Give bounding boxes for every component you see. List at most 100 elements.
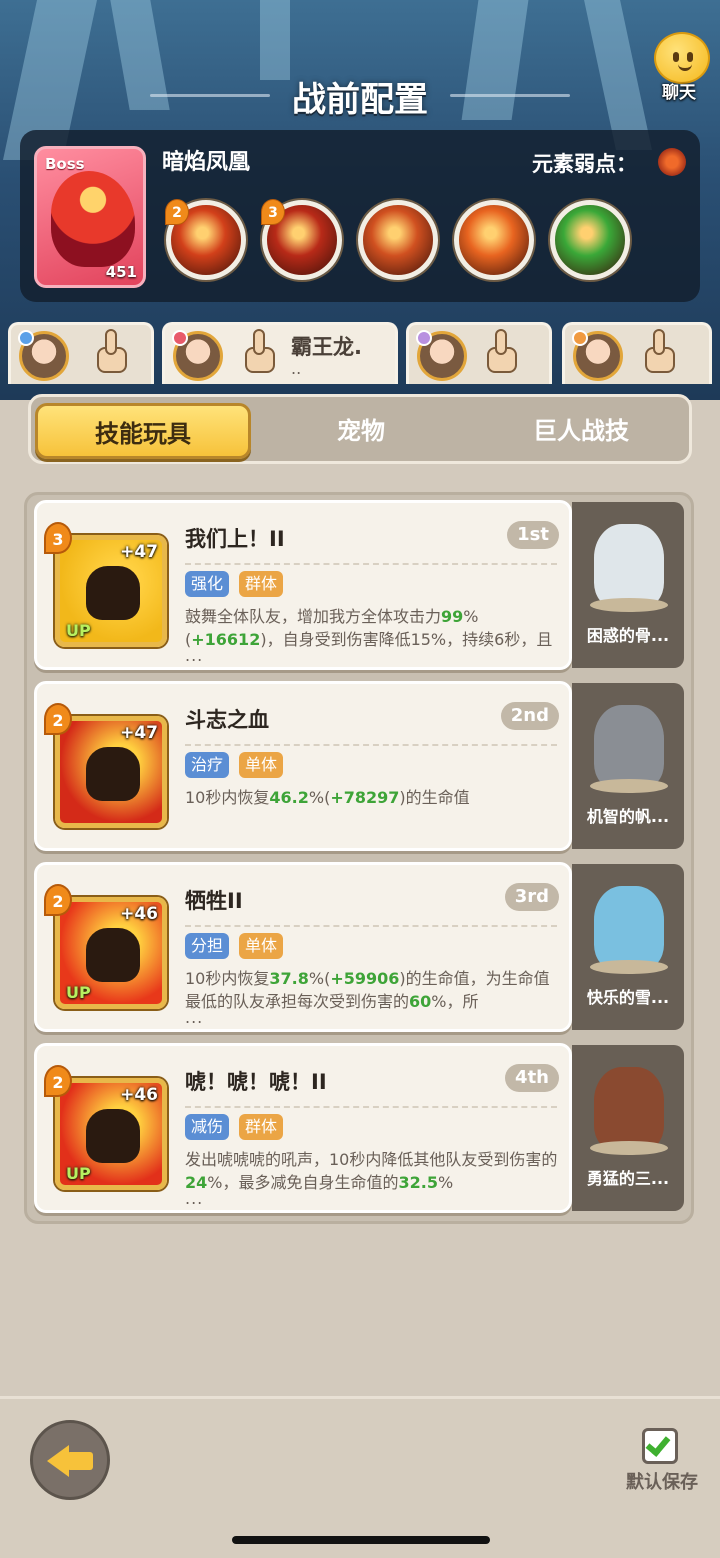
bottom-bar xyxy=(0,1396,720,1558)
skill-description: 10秒内恢复46.2%(+78297)的生命值 xyxy=(185,788,470,807)
skill-bonus: +46 xyxy=(120,904,158,924)
skill-card-4[interactable]: 2 +46 UP 唬！唬！唬！II 4th 减伤 群体 发出唬唬唬的吼声，10秒… xyxy=(34,1043,572,1213)
boss-skill-2[interactable]: 3 xyxy=(261,199,342,280)
back-arrow-stem xyxy=(67,1452,93,1470)
default-save-checkbox[interactable] xyxy=(642,1428,678,1464)
boss-skill-3[interactable] xyxy=(358,200,438,280)
hero-avatar xyxy=(18,330,69,381)
skill-level: 2 xyxy=(44,703,72,735)
default-save-label[interactable]: 默认保存 xyxy=(620,1468,704,1494)
skill-rank: 4th xyxy=(505,1064,559,1092)
pet-pedestal xyxy=(590,1141,668,1155)
skill-icon: 3 +47 UP xyxy=(44,522,167,647)
back-button[interactable] xyxy=(30,1420,110,1500)
element-badge-icon xyxy=(572,330,588,346)
pet-pedestal xyxy=(590,598,668,612)
pet-figure xyxy=(594,705,664,789)
divider xyxy=(185,563,557,565)
skill-title: 牺牲II xyxy=(185,889,243,913)
pet-slot-3[interactable]: 快乐的雪... xyxy=(572,864,684,1030)
boss-skill-4[interactable] xyxy=(454,200,534,280)
skill-tag-type: 减伤 xyxy=(185,1114,230,1140)
boss-name: 暗焰凤凰 xyxy=(162,150,251,175)
boss-panel: Boss 451 暗焰凤凰 元素弱点： 2 3 xyxy=(20,130,700,302)
hero-tab-4[interactable] xyxy=(562,322,712,384)
skill-tag-target: 单体 xyxy=(239,752,284,778)
pet-figure xyxy=(594,1067,664,1151)
chat-button[interactable]: 聊天 xyxy=(640,30,718,103)
skill-icon: 2 +46 UP xyxy=(44,1065,167,1190)
hero-tab-1[interactable] xyxy=(8,322,154,384)
skill-tag-target: 单体 xyxy=(239,933,284,959)
skill-tag-type: 强化 xyxy=(185,571,230,597)
pet-slot-1[interactable]: 困惑的骨... xyxy=(572,502,684,668)
skill-card-2[interactable]: 2 +47 斗志之血 2nd 治疗 单体 10秒内恢复46.2%(+78297)… xyxy=(34,681,572,851)
boss-portrait[interactable]: Boss 451 xyxy=(34,146,146,288)
pet-slot-2[interactable]: 机智的帆... xyxy=(572,683,684,849)
skill-level: 2 xyxy=(44,884,72,916)
skill-card-3[interactable]: 2 +46 UP 牺牲II 3rd 分担 单体 10秒内恢复37.8%(+599… xyxy=(34,862,572,1032)
home-indicator[interactable] xyxy=(232,1536,490,1544)
skill-icon: 2 +46 UP xyxy=(44,884,167,1009)
category-tab-bar: 技能玩具 宠物 巨人战技 xyxy=(28,394,692,464)
pet-name: 勇猛的三... xyxy=(586,1169,670,1188)
upgrade-badge: UP xyxy=(66,983,91,1002)
boss-skill-level: 3 xyxy=(261,199,285,225)
hero-avatar xyxy=(172,330,223,381)
element-badge-icon xyxy=(18,330,34,346)
divider xyxy=(185,744,557,746)
hero-tab-3[interactable] xyxy=(406,322,552,384)
fire-element-icon[interactable] xyxy=(658,148,686,176)
skill-rank: 3rd xyxy=(504,883,559,911)
pet-figure xyxy=(594,524,664,608)
tab-skill-toys[interactable]: 技能玩具 xyxy=(35,403,251,459)
pet-figure xyxy=(594,886,664,970)
tab-giant-skills[interactable]: 巨人战技 xyxy=(473,403,689,459)
divider xyxy=(185,1106,557,1108)
skill-icon: 2 +47 xyxy=(44,703,167,828)
rally-icon xyxy=(86,566,140,620)
skill-level: 3 xyxy=(44,522,72,554)
roar-icon xyxy=(86,1109,140,1163)
skill-description: 鼓舞全体队友，增加我方全体攻击力99%(+16612)，自身受到伤害降低15%，… xyxy=(185,607,553,665)
tap-hand-icon xyxy=(93,329,131,375)
upgrade-badge: UP xyxy=(66,621,91,640)
skill-tag-target: 群体 xyxy=(239,571,284,597)
hero-avatar xyxy=(572,330,623,381)
chat-smiley-icon xyxy=(654,32,710,84)
skill-card-1[interactable]: 3 +47 UP 我们上！II 1st 强化 群体 鼓舞全体队友，增加我方全体攻… xyxy=(34,500,572,670)
tap-hand-icon xyxy=(241,329,279,375)
hero-avatar xyxy=(416,330,467,381)
boss-skill-level: 2 xyxy=(165,199,189,225)
sacrifice-icon xyxy=(86,928,140,982)
skill-bonus: +47 xyxy=(120,723,158,743)
pet-name: 机智的帆... xyxy=(586,807,670,826)
back-arrow-icon xyxy=(47,1445,69,1477)
tab-pets[interactable]: 宠物 xyxy=(253,403,469,459)
skill-rank: 2nd xyxy=(500,702,559,730)
skill-tag-type: 治疗 xyxy=(185,752,230,778)
element-badge-icon xyxy=(172,330,188,346)
tap-hand-icon xyxy=(641,329,679,375)
boss-skill-1[interactable]: 2 xyxy=(165,199,246,280)
hero-tab-2[interactable]: 霸王龙. .. xyxy=(162,322,398,384)
boss-tag: Boss xyxy=(45,155,85,173)
page-title: 战前配置 xyxy=(292,80,428,120)
skill-rank: 1st xyxy=(507,521,559,549)
skill-bonus: +47 xyxy=(120,542,158,562)
pet-slot-4[interactable]: 勇猛的三... xyxy=(572,1045,684,1211)
element-badge-icon xyxy=(416,330,432,346)
skill-title: 我们上！II xyxy=(185,527,285,551)
checkmark-icon xyxy=(645,1431,671,1457)
pet-pedestal xyxy=(590,960,668,974)
boss-skill-5[interactable] xyxy=(550,200,630,280)
skill-description: 发出唬唬唬的吼声，10秒内降低其他队友受到伤害的24%，最多减免自身生命值的32… xyxy=(185,1150,558,1208)
upgrade-badge: UP xyxy=(66,1164,91,1183)
chat-label: 聊天 xyxy=(662,83,696,103)
boss-level: 451 xyxy=(105,263,137,281)
skill-tag-target: 群体 xyxy=(239,1114,284,1140)
skill-bonus: +46 xyxy=(120,1085,158,1105)
hero-name-more: .. xyxy=(291,359,302,378)
skill-description: 10秒内恢复37.8%(+59906)的生命值，为生命值最低的队友承担每次受到伤… xyxy=(185,969,550,1027)
pet-name: 困惑的骨... xyxy=(586,626,670,645)
